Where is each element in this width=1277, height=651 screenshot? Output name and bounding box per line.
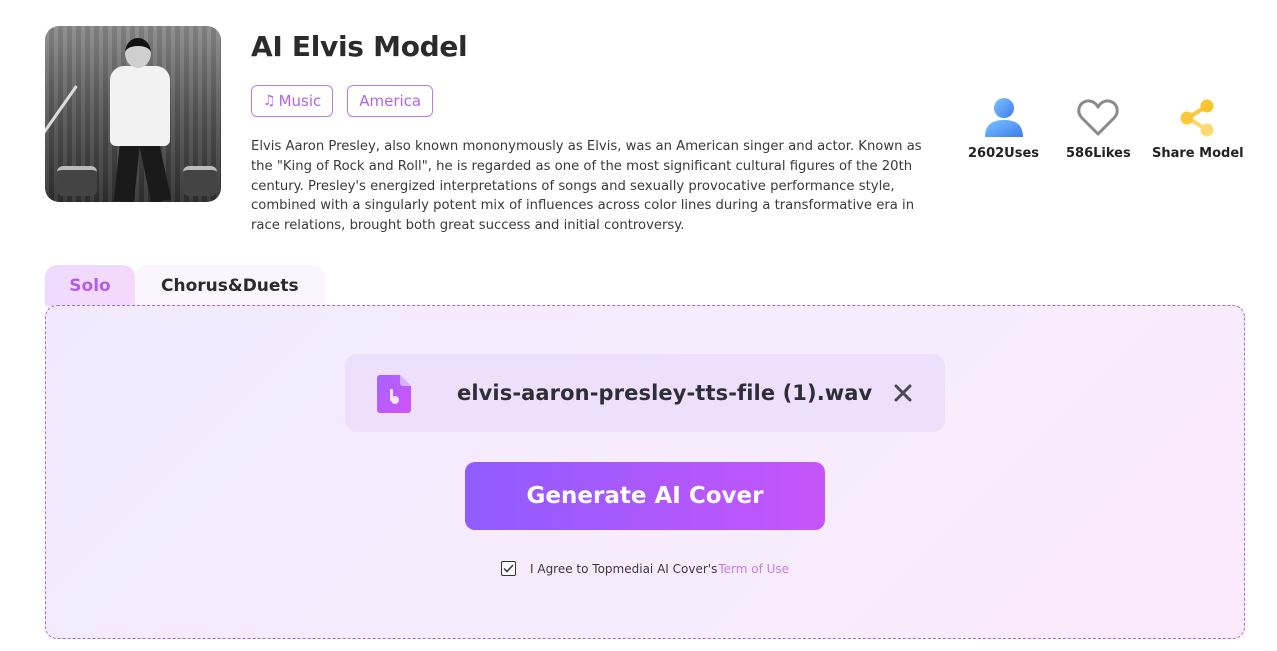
music-note-icon: ♫ xyxy=(263,93,276,109)
audio-file-icon xyxy=(377,375,411,417)
tag-label: Music xyxy=(278,92,322,110)
cover-drum xyxy=(57,166,97,196)
tab-chorus-duets[interactable]: Chorus&Duets xyxy=(135,265,325,306)
share-model-button[interactable]: Share Model xyxy=(1152,96,1244,161)
model-description: Elvis Aaron Presley, also known mononymo… xyxy=(251,139,922,234)
share-label: Share Model xyxy=(1152,146,1244,161)
model-cover-image xyxy=(45,26,221,202)
model-stats: 2602Uses 586Likes Share Model xyxy=(960,96,1250,166)
cover-drum xyxy=(183,166,217,196)
share-icon[interactable] xyxy=(1176,96,1220,140)
tag-america[interactable]: America xyxy=(347,85,434,117)
generate-ai-cover-button[interactable]: Generate AI Cover xyxy=(465,462,825,530)
cover-figure xyxy=(110,66,170,146)
uses-stat: 2602Uses xyxy=(968,96,1039,161)
tag-label: America xyxy=(359,92,422,110)
tag-music[interactable]: ♫ Music xyxy=(251,85,334,117)
uses-count: 2602Uses xyxy=(968,146,1040,161)
likes-count: 586Likes xyxy=(1066,146,1131,161)
terms-agreement: I Agree to Topmediai AI Cover's Term of … xyxy=(501,561,789,576)
tab-solo[interactable]: Solo xyxy=(45,265,135,306)
checkmark-icon xyxy=(503,564,514,573)
file-name: elvis-aaron-presley-tts-file (1).wav xyxy=(457,381,873,405)
model-title: AI Elvis Model xyxy=(251,30,468,63)
tag-list: ♫ Music America xyxy=(251,85,434,117)
agree-checkbox[interactable] xyxy=(501,561,516,576)
likes-stat[interactable]: 586Likes xyxy=(1066,96,1131,161)
heart-icon[interactable] xyxy=(1076,96,1120,140)
term-of-use-link[interactable]: Term of Use xyxy=(718,562,789,576)
remove-file-close-icon[interactable] xyxy=(891,381,915,405)
cover-figure xyxy=(125,38,151,68)
mode-tabs: Solo Chorus&Duets xyxy=(45,265,325,306)
user-icon xyxy=(982,96,1026,140)
agree-text: I Agree to Topmediai AI Cover's xyxy=(530,561,718,576)
uploaded-file: elvis-aaron-presley-tts-file (1).wav xyxy=(345,354,945,432)
